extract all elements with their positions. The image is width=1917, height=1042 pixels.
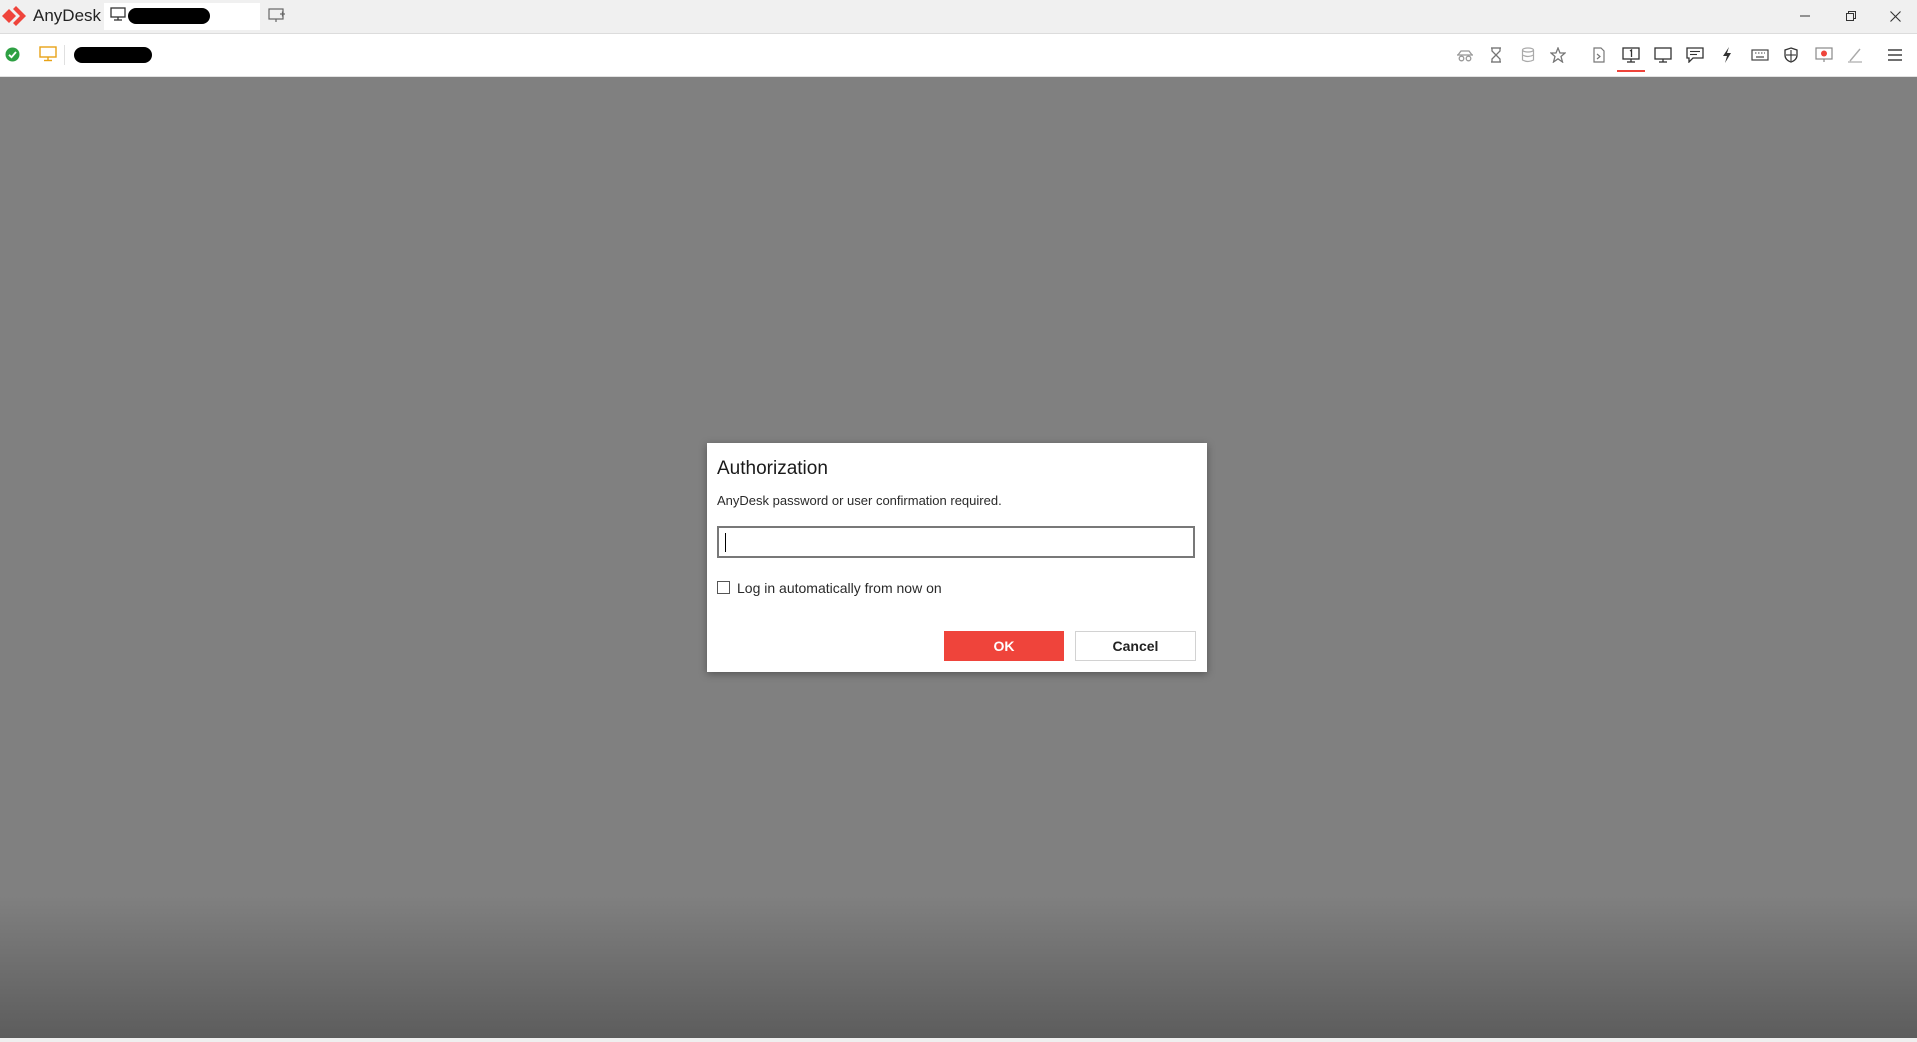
actions-lightning-icon[interactable]	[1715, 43, 1739, 67]
hourglass-icon[interactable]	[1484, 43, 1508, 67]
display-one-icon[interactable]	[1617, 43, 1645, 72]
monitor-view-icon[interactable]	[1651, 43, 1675, 67]
cancel-button[interactable]: Cancel	[1075, 631, 1196, 661]
file-transfer-icon[interactable]	[1587, 43, 1611, 67]
text-caret	[725, 533, 726, 552]
session-tab[interactable]: redacted	[104, 3, 260, 30]
database-icon[interactable]	[1516, 43, 1540, 67]
remote-address-redacted: redacted	[74, 47, 152, 63]
keyboard-icon[interactable]	[1748, 43, 1772, 67]
anydesk-logo-icon	[2, 6, 28, 26]
app-title: AnyDesk	[33, 6, 102, 25]
new-session-icon[interactable]	[268, 7, 286, 23]
privacy-mode-icon[interactable]	[1453, 43, 1477, 67]
ok-button[interactable]: OK	[944, 631, 1064, 661]
close-button[interactable]	[1873, 0, 1917, 32]
restore-button[interactable]	[1829, 0, 1873, 32]
auto-login-checkbox[interactable]	[717, 581, 730, 594]
favorite-star-icon[interactable]	[1546, 43, 1570, 67]
chat-icon[interactable]	[1683, 43, 1707, 67]
permissions-shield-icon[interactable]	[1779, 43, 1803, 67]
session-toolbar: redacted	[0, 34, 1917, 77]
minimize-icon	[1800, 11, 1810, 21]
authorization-dialog: Authorization AnyDesk password or user c…	[707, 443, 1207, 672]
password-input[interactable]	[717, 526, 1195, 558]
restore-icon	[1846, 11, 1856, 21]
dialog-message: AnyDesk password or user confirmation re…	[717, 493, 1002, 508]
connected-check-icon	[5, 47, 20, 62]
close-icon	[1889, 10, 1901, 22]
menu-hamburger-icon[interactable]	[1883, 43, 1907, 67]
remote-desk-icon[interactable]	[39, 46, 57, 62]
whiteboard-pen-icon[interactable]	[1843, 43, 1867, 67]
toolbar-divider	[64, 45, 65, 65]
auto-login-label[interactable]: Log in automatically from now on	[737, 580, 942, 596]
dialog-title: Authorization	[717, 458, 828, 479]
record-session-icon[interactable]	[1812, 43, 1836, 67]
window-bottom-edge	[0, 1038, 1917, 1042]
tab-label-redacted: redacted	[128, 8, 210, 24]
monitor-icon	[110, 7, 126, 21]
minimize-button[interactable]	[1783, 0, 1827, 32]
title-bar: AnyDesk redacted	[0, 0, 1917, 34]
